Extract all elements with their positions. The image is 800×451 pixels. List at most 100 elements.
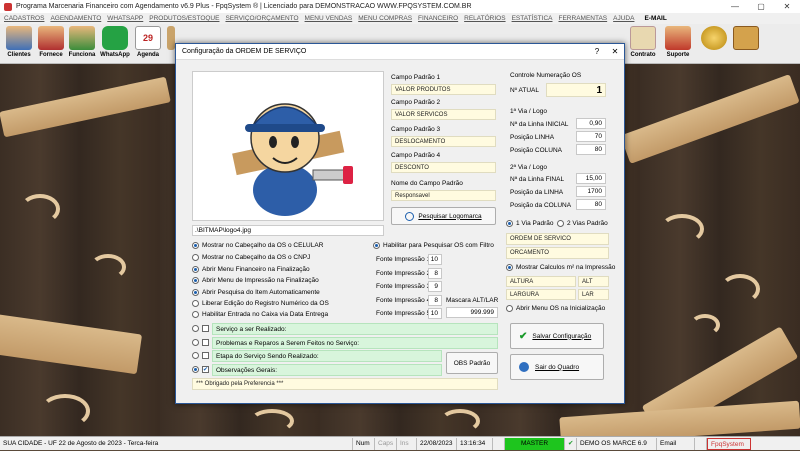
menu-agendamento[interactable]: AGENDAMENTO	[50, 15, 101, 22]
minimize-button[interactable]: —	[722, 2, 748, 11]
status-master: MASTER	[505, 437, 565, 450]
suporte-button[interactable]: Suporte	[662, 26, 694, 62]
opt-entrada-caixa[interactable]: Habilitar Entrada no Caixa via Data Entr…	[192, 311, 328, 318]
posicao-da-coluna-input[interactable]: 80	[576, 199, 606, 210]
etapa-field[interactable]: Etapa do Serviço Sendo Realizado:	[212, 350, 442, 362]
campo3-input[interactable]: DESLOCAMENTO	[391, 136, 496, 147]
coins-button[interactable]	[700, 26, 728, 62]
nome-campo-input[interactable]: Responsavel	[391, 190, 496, 201]
radio-indicator	[192, 289, 199, 296]
radio-indicator	[192, 277, 199, 284]
fonte3-input[interactable]: 9	[428, 281, 442, 292]
menu-financeiro[interactable]: FINANCEIRO	[418, 15, 458, 22]
linha-inicial-input[interactable]: 0,90	[576, 118, 606, 129]
fonte5-input[interactable]: 10	[428, 308, 442, 319]
altura-input[interactable]: ALTURA	[506, 276, 576, 287]
problemas-field[interactable]: Problemas e Reparos a Serem Feitos no Se…	[212, 337, 498, 349]
status-ins: Ins	[397, 437, 417, 450]
opt-cnpj[interactable]: Mostrar no Cabeçalho da OS o CNPJ	[192, 254, 310, 261]
checkbox[interactable]	[202, 325, 209, 332]
whatsapp-icon	[102, 26, 128, 50]
mascara-input[interactable]: 999.999	[446, 307, 498, 318]
menu-compras[interactable]: MENU COMPRAS	[358, 15, 412, 22]
via-padrao-2-label: 2 Vias Padrão	[567, 220, 608, 228]
habilitar-pesquisar-radio[interactable]: Habilitar para Pesquisar OS com Filtro	[373, 242, 494, 249]
exit-button[interactable]	[732, 26, 760, 62]
maximize-button[interactable]: ▢	[748, 2, 774, 11]
radio-indicator	[557, 220, 564, 227]
observacoes-row-controls[interactable]: ✔	[192, 366, 212, 373]
via-padrao-2-radio[interactable]: 2 Vias Padrão	[557, 220, 608, 227]
campo2-input[interactable]: VALOR SERVICOS	[391, 109, 496, 120]
clientes-button[interactable]: Clientes	[4, 26, 34, 62]
menu-servico[interactable]: SERVIÇO/ORÇAMENTO	[225, 15, 298, 22]
opt-pesquisa-item[interactable]: Abrir Pesquisa do Item Automaticamente	[192, 289, 320, 296]
fonte4-input[interactable]: 8	[428, 295, 442, 306]
opt-menu-impressao[interactable]: Abrir Menu de Impressão na Finalização	[192, 277, 319, 284]
pr-button[interactable]	[167, 26, 175, 62]
status-email[interactable]: Email	[657, 437, 695, 450]
abrir-menu-os-radio[interactable]: Abrir Menu OS na Inicialização	[506, 305, 605, 312]
largura-input[interactable]: LARGURA	[506, 289, 576, 300]
etapa-row-controls[interactable]	[192, 352, 212, 359]
obs-padrao-button[interactable]: OBS Padrão	[446, 352, 498, 374]
servico-row-controls[interactable]	[192, 325, 212, 332]
linha-final-input[interactable]: 15,00	[576, 173, 606, 184]
opt-liberar-edicao-label: Liberar Edição do Registro Numérico da O…	[202, 300, 329, 308]
pesquisar-logo-button[interactable]: Pesquisar Logomarca	[391, 207, 496, 225]
obrigado-field[interactable]: *** Obrigado pela Preferencia ***	[192, 378, 498, 390]
window-title: Programa Marcenaria Financeiro com Agend…	[16, 3, 472, 10]
app-icon	[4, 2, 12, 11]
status-city-date: SUA CIDADE - UF 22 de Agosto de 2023 - T…	[0, 437, 353, 450]
logo-preview	[192, 71, 384, 221]
checkbox-checked[interactable]: ✔	[202, 366, 209, 373]
menu-cadastros[interactable]: CADASTROS	[4, 15, 44, 22]
servico-realizado-field[interactable]: Serviço a ser Realizado:	[212, 323, 498, 335]
whatsapp-button[interactable]: WhatsApp	[100, 26, 130, 62]
menu-ajuda[interactable]: AJUDA	[613, 15, 634, 22]
menu-ferramentas[interactable]: FERRAMENTAS	[559, 15, 608, 22]
funciona-button[interactable]: Funciona	[66, 26, 98, 62]
menu-vendas[interactable]: MENU VENDAS	[305, 15, 353, 22]
salvar-button[interactable]: ✔ Salvar Configuração	[510, 323, 604, 349]
logo-path-field[interactable]: .\BITMAP\logo4.jpg	[192, 225, 384, 236]
ordem-servico-input[interactable]: ORDEM DE SERVICO	[506, 233, 609, 245]
dialog-close-button[interactable]: ✕	[606, 47, 624, 56]
problemas-row-controls[interactable]	[192, 339, 212, 346]
contrato-button[interactable]: Contrato	[628, 26, 658, 62]
menu-estatistica[interactable]: ESTATÍSTICA	[512, 15, 553, 22]
campo4-input[interactable]: DESCONTO	[391, 162, 496, 173]
menu-email[interactable]: E-MAIL	[644, 15, 666, 22]
posicao-da-linha-input[interactable]: 1700	[576, 186, 606, 197]
observacoes-field[interactable]: Observações Gerais:	[212, 364, 442, 376]
alt-input[interactable]: ALT	[578, 276, 609, 287]
opt-celular[interactable]: Mostrar no Cabeçalho da OS o CELULAR	[192, 242, 323, 249]
fonte2-input[interactable]: 8	[428, 268, 442, 279]
orcamento-input[interactable]: ORCAMENTO	[506, 247, 609, 259]
checkbox[interactable]	[202, 352, 209, 359]
status-num: Num	[353, 437, 375, 450]
funciona-label: Funciona	[68, 52, 96, 58]
clientes-icon	[6, 26, 32, 50]
posicao-linha-input[interactable]: 70	[576, 131, 606, 142]
help-button[interactable]: ?	[588, 47, 606, 56]
fornece-button[interactable]: Fornece	[36, 26, 66, 62]
checkbox[interactable]	[202, 339, 209, 346]
menu-produtos[interactable]: PRODUTOS/ESTOQUE	[149, 15, 219, 22]
close-button[interactable]: ✕	[774, 2, 800, 11]
opt-menu-financeiro[interactable]: Abrir Menu Financeiro na Finalização	[192, 266, 310, 273]
opt-liberar-edicao[interactable]: Liberar Edição do Registro Numérico da O…	[192, 300, 329, 307]
sair-button[interactable]: Sair do Quadro	[510, 354, 604, 380]
wood-plank	[620, 74, 800, 164]
mostrar-calculos-radio[interactable]: Mostrar Calculos m² na Impressão	[506, 264, 615, 271]
posicao-coluna-input[interactable]: 80	[576, 144, 606, 155]
campo1-input[interactable]: VALOR PRODUTOS	[391, 84, 496, 95]
menu-whatsapp[interactable]: WHATSAPP	[107, 15, 143, 22]
menu-relatorios[interactable]: RELATÓRIOS	[464, 15, 505, 22]
agenda-button[interactable]: 29 Agenda	[133, 26, 163, 62]
lar-input[interactable]: LAR	[578, 289, 609, 300]
n-atual-input[interactable]: 1	[546, 83, 606, 97]
window-titlebar: Programa Marcenaria Financeiro com Agend…	[0, 0, 800, 13]
fonte1-input[interactable]: 10	[428, 254, 442, 265]
via-padrao-1-radio[interactable]: 1 Via Padrão	[506, 220, 553, 227]
